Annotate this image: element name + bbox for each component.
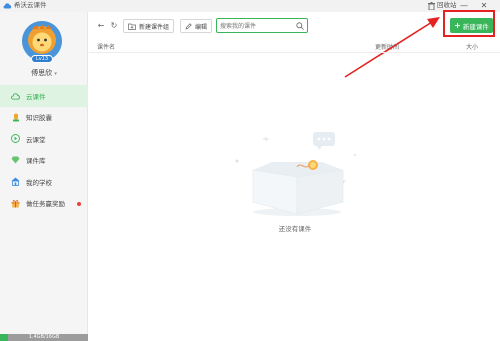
column-header-time[interactable]: 更新时间 bbox=[375, 42, 399, 51]
column-header-size[interactable]: 大小 bbox=[466, 42, 478, 51]
empty-state-message: 还没有课件 bbox=[278, 225, 312, 233]
empty-box-illustration bbox=[235, 132, 356, 216]
column-header-name[interactable]: 课件名 bbox=[97, 42, 115, 51]
header-divider bbox=[89, 52, 500, 53]
table-header: 课件名 更新时间 大小 bbox=[89, 40, 500, 52]
